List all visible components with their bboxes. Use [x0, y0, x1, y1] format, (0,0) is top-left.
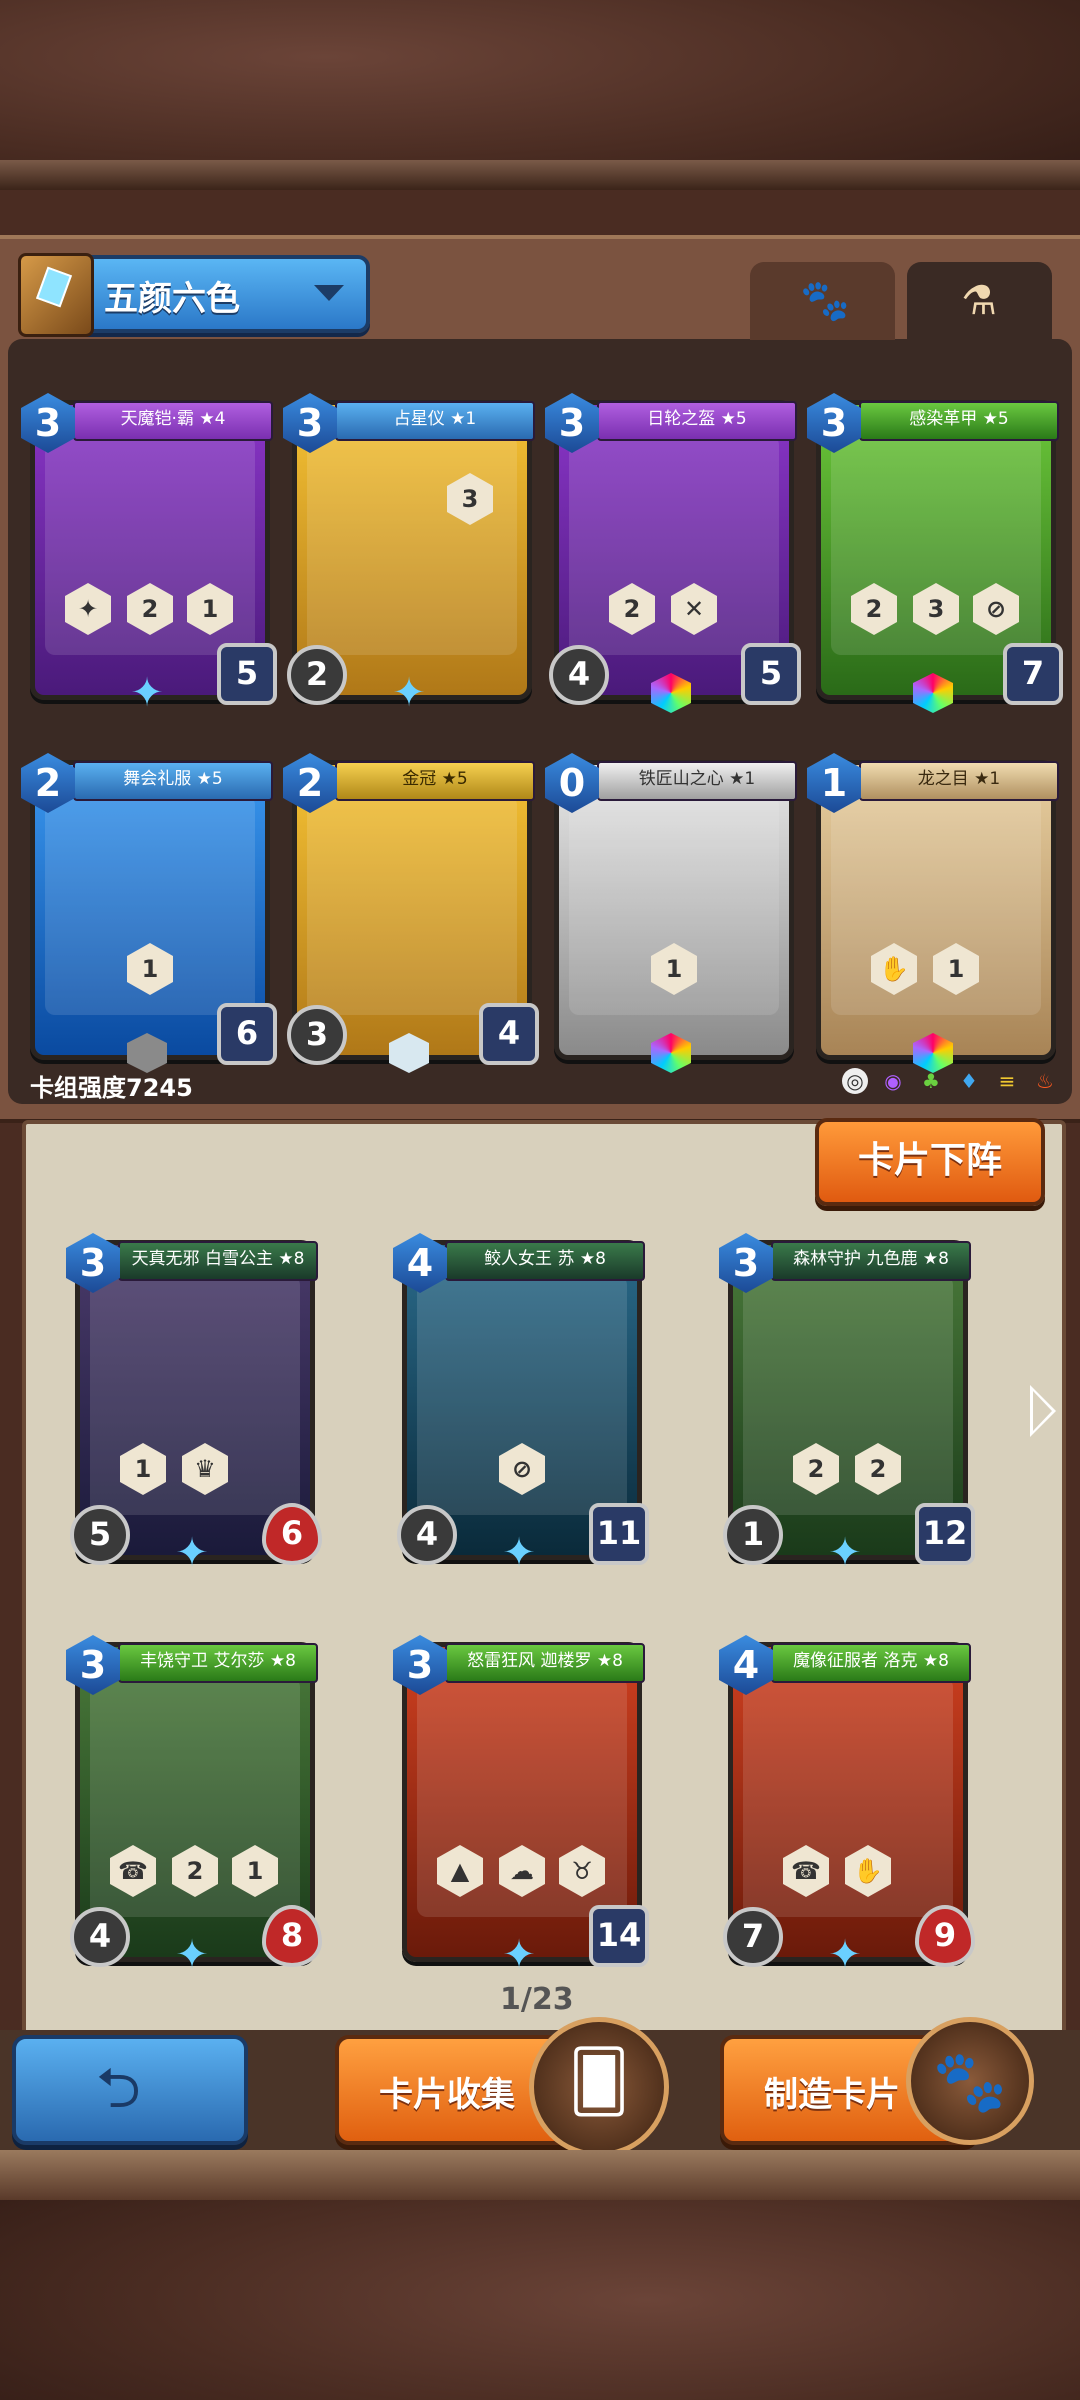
back-arrow-icon: ⮌ [96, 2056, 141, 2121]
card-collection-button[interactable]: 卡片收集 🂠 [335, 2017, 669, 2157]
collection-card[interactable]: 怒雷狂风 迦楼罗 ★8 3 ▲ ☁ ♉ ✦ 14 [393, 1635, 649, 1978]
back-button[interactable]: ⮌ [12, 2035, 248, 2145]
card-hp: 5 [217, 643, 277, 705]
card-hp: 8 [262, 1905, 322, 1967]
card-attack: 4 [549, 645, 609, 705]
deck-strength: 卡组强度7245 [30, 1074, 193, 1102]
card-attack: 1 [723, 1505, 783, 1565]
neutral-icon[interactable]: ◎ [842, 1068, 868, 1094]
card-name: 森林守护 九色鹿 ★8 [771, 1241, 971, 1281]
card-name: 日轮之盔 ★5 [597, 401, 797, 441]
card-attack: 3 [287, 1005, 347, 1065]
card-name: 魔像征服者 洛克 ★8 [771, 1643, 971, 1683]
card-attack: 4 [397, 1505, 457, 1565]
card-hp: 14 [589, 1905, 649, 1967]
card-name: 占星仪 ★1 [335, 401, 535, 441]
deck-card[interactable]: 铁匠山之心 ★1 0 1 [545, 753, 797, 1073]
star-rank-icon: ✦ [175, 1932, 209, 1978]
card-attack: 2 [287, 645, 347, 705]
star-rank-icon: ✦ [502, 1932, 536, 1978]
deck-card[interactable]: 天魔铠·霸 ★4 3 ✦ 2 1 ✦ 5 [21, 393, 277, 716]
craft-card-label: 制造卡片 [764, 2075, 900, 2115]
red-icon[interactable]: ♨ [1032, 1068, 1058, 1094]
card-name: 舞会礼服 ★5 [73, 761, 273, 801]
collection-card[interactable]: 丰饶守卫 艾尔莎 ★8 3 ☎ 2 1 ✦ 4 8 [66, 1635, 322, 1978]
star-rank-icon: ✦ [392, 670, 426, 716]
blue-icon[interactable]: ♦ [956, 1068, 982, 1094]
paw-potion-icon: 🐾 [906, 2017, 1034, 2145]
chevron-down-icon [314, 285, 344, 301]
wood-background-bottom [0, 2150, 1080, 2400]
star-rank-icon: ✦ [130, 670, 164, 716]
collection-card[interactable]: 魔像征服者 洛克 ★8 4 ☎ ✋ ✦ 7 9 [719, 1635, 975, 1978]
card-hp: 6 [262, 1503, 322, 1565]
craft-card-button[interactable]: 制造卡片 🐾 [720, 2017, 1034, 2145]
card-name: 怒雷狂风 迦楼罗 ★8 [445, 1643, 645, 1683]
color-filter-bar: ◎ ◉ ♣ ♦ ≡ ♨ [842, 1068, 1058, 1094]
card-attack: 7 [723, 1907, 783, 1967]
star-rank-icon: ✦ [502, 1530, 536, 1576]
card-name: 金冠 ★5 [335, 761, 535, 801]
card-book-icon: 🂠 [529, 2017, 669, 2157]
deck-selector-dropdown[interactable]: 五颜六色 [18, 253, 370, 337]
deck-card[interactable]: 舞会礼服 ★5 2 1 6 [21, 753, 277, 1073]
collection-card[interactable]: 森林守护 九色鹿 ★8 3 2 2 ✦ 1 12 [719, 1233, 975, 1576]
tab-equipment[interactable]: ⚗ [907, 262, 1052, 340]
card-hp: 6 [217, 1003, 277, 1065]
next-page-arrow[interactable] [1030, 1385, 1056, 1437]
purple-icon[interactable]: ◉ [880, 1068, 906, 1094]
collection-card[interactable]: 鲛人女王 苏 ★8 4 ⊘ ✦ 4 11 [393, 1233, 649, 1576]
card-name: 鲛人女王 苏 ★8 [445, 1241, 645, 1281]
card-name: 天真无邪 白雪公主 ★8 [118, 1241, 318, 1281]
card-name: 龙之目 ★1 [859, 761, 1059, 801]
tab-pets[interactable]: 🐾 [750, 262, 895, 340]
deck-card[interactable]: 龙之目 ★1 1 ✋ 1 [807, 753, 1059, 1073]
card-art [743, 1275, 953, 1515]
deck-name: 五颜六色 [104, 279, 240, 319]
green-icon[interactable]: ♣ [918, 1068, 944, 1094]
page-indicator: 1/23 [500, 1982, 574, 2017]
wood-background-top [0, 0, 1080, 190]
card-hp: 7 [1003, 643, 1063, 705]
card-name: 铁匠山之心 ★1 [597, 761, 797, 801]
star-rank-icon: ✦ [828, 1530, 862, 1576]
paw-icon: 🐾 [800, 278, 850, 324]
spellbook-icon [18, 253, 94, 337]
card-hp: 9 [915, 1905, 975, 1967]
gold-icon[interactable]: ≡ [994, 1068, 1020, 1094]
card-hp: 11 [589, 1503, 649, 1565]
star-rank-icon: ✦ [175, 1530, 209, 1576]
card-hp: 4 [479, 1003, 539, 1065]
deck-card[interactable]: 金冠 ★5 2 3 4 [283, 753, 539, 1073]
remove-card-button[interactable]: 卡片下阵 [815, 1118, 1045, 1206]
deck-card[interactable]: 占星仪 ★1 3 3 ✦ 2 [283, 393, 535, 716]
card-name: 天魔铠·霸 ★4 [73, 401, 273, 441]
card-attack: 4 [70, 1907, 130, 1967]
card-name: 丰饶守卫 艾尔莎 ★8 [118, 1643, 318, 1683]
card-name: 感染革甲 ★5 [859, 401, 1059, 441]
card-hp: 12 [915, 1503, 975, 1565]
deck-card[interactable]: 感染革甲 ★5 3 2 3 ⊘ 7 [807, 393, 1063, 713]
card-art [307, 795, 517, 1015]
card-collection-label: 卡片收集 [379, 2075, 515, 2115]
card-hp: 5 [741, 643, 801, 705]
potion-icon: ⚗ [961, 278, 997, 324]
collection-card[interactable]: 天真无邪 白雪公主 ★8 3 1 ♛ ✦ 5 6 [66, 1233, 322, 1576]
card-attack: 5 [70, 1505, 130, 1565]
star-rank-icon: ✦ [828, 1932, 862, 1978]
deck-card[interactable]: 日轮之盔 ★5 3 2 ✕ 4 5 [545, 393, 801, 713]
card-art [307, 435, 517, 655]
